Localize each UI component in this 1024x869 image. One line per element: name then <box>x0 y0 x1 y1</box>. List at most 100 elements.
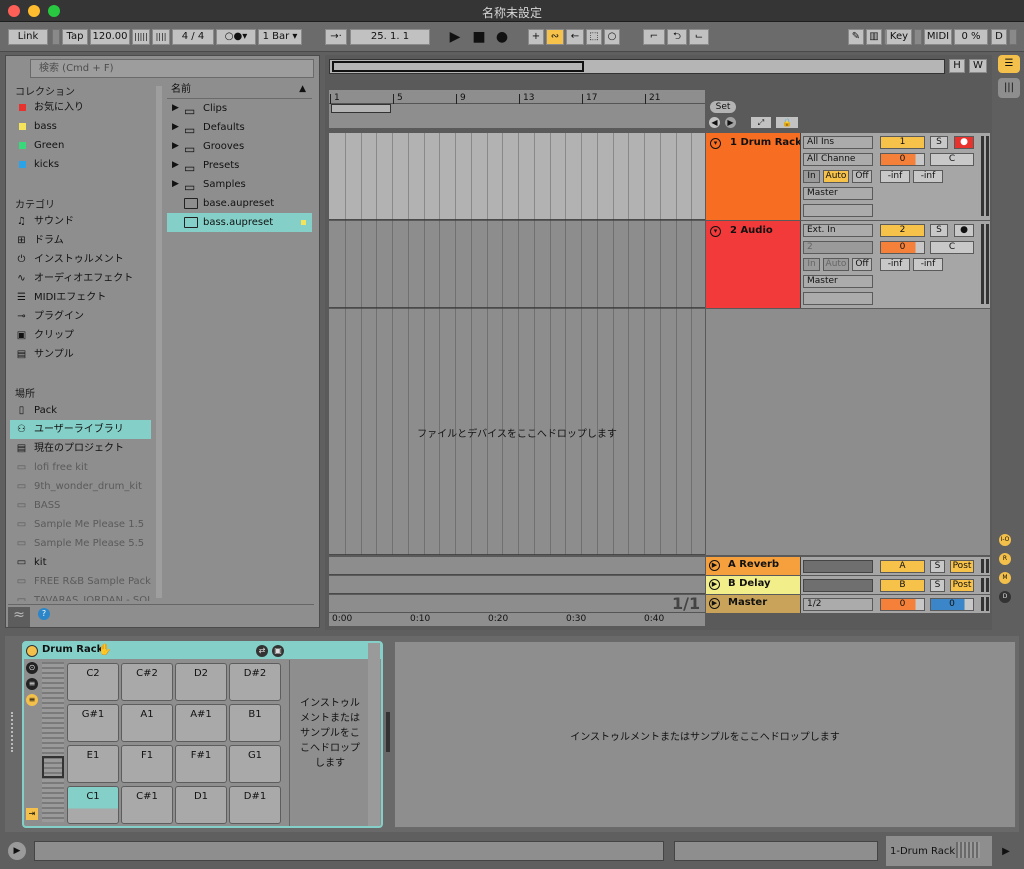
track-2-lane[interactable] <box>329 221 705 308</box>
punch-out-icon[interactable]: ⌙ <box>689 29 709 45</box>
master-volume-field[interactable]: 0 <box>880 598 925 611</box>
input-channel-select[interactable]: 2 <box>803 241 873 254</box>
name-column-header[interactable]: 名前 ▲ <box>167 80 312 99</box>
folder-item[interactable]: ▶ ▭ Defaults <box>167 118 312 137</box>
drum-pad[interactable]: C2 <box>67 663 119 701</box>
play-return-icon[interactable]: ▶ <box>709 579 720 590</box>
collection-item[interactable]: kicks <box>10 155 151 174</box>
solo-button[interactable]: S <box>930 579 945 592</box>
punch-in-icon[interactable]: ⌐ <box>643 29 665 45</box>
solo-button[interactable]: S <box>930 560 945 573</box>
loop-brace[interactable] <box>331 104 391 113</box>
monitor-auto-button[interactable]: Auto <box>823 258 849 271</box>
expand-arrow-icon[interactable]: ▶ <box>172 175 179 194</box>
quantize-menu[interactable]: 1 Bar ▾ <box>258 29 302 45</box>
input-type-select[interactable]: Ext. In <box>803 224 873 237</box>
overview-h-button[interactable]: H <box>949 59 965 73</box>
pad-overview-selector[interactable] <box>42 756 64 778</box>
preset-item[interactable]: base.aupreset <box>167 194 312 213</box>
overdub-button[interactable]: + <box>528 29 544 45</box>
folder-item[interactable]: ▶ ▭ Samples <box>167 175 312 194</box>
macro-toggle-icon[interactable]: ⊙ <box>26 662 38 674</box>
volume-field[interactable]: 0 <box>880 241 925 254</box>
view-m-button[interactable]: M <box>999 572 1011 584</box>
return-lane[interactable] <box>329 595 705 613</box>
drum-pad[interactable]: A#1 <box>175 704 227 742</box>
track-activator-button[interactable]: 1 <box>880 136 925 149</box>
drum-pad[interactable]: G1 <box>229 745 281 783</box>
return-header[interactable]: ▶ B Delay <box>706 576 800 594</box>
save-preset-icon[interactable]: ▣ <box>272 645 284 657</box>
overview-viewport[interactable] <box>332 61 584 72</box>
solo-button[interactable]: S <box>930 136 948 149</box>
next-locator-icon[interactable]: ▶ <box>725 117 736 128</box>
place-item[interactable]: ▭ lofi free kit <box>10 458 151 477</box>
folder-item[interactable]: ▶ ▭ Grooves <box>167 137 312 156</box>
folder-item[interactable]: ▶ ▭ Clips <box>167 99 312 118</box>
category-item[interactable]: ⊸ プラグイン <box>10 307 151 326</box>
volume-field[interactable]: 0 <box>880 153 925 166</box>
place-item[interactable]: ▭ Sample Me Please 5.5 <box>10 534 151 553</box>
fold-track-icon[interactable]: ▾ <box>710 226 721 237</box>
fold-track-icon[interactable]: ▾ <box>710 138 721 149</box>
selected-track-panel[interactable]: 1-Drum Rack <box>886 836 992 866</box>
expand-arrow-icon[interactable]: ▶ <box>172 118 179 137</box>
overview-w-button[interactable]: W <box>969 59 987 73</box>
category-item[interactable]: ∿ オーディオエフェクト <box>10 269 151 288</box>
capture-midi-icon[interactable]: ⬚ <box>586 29 602 45</box>
view-i-o-button[interactable]: I-O <box>999 534 1011 546</box>
solo-button[interactable]: S <box>930 224 948 237</box>
post-button[interactable]: Post <box>950 560 974 573</box>
tempo-nudge-down-icon[interactable]: ||||| <box>132 29 150 45</box>
drum-pad[interactable]: F#1 <box>175 745 227 783</box>
post-button[interactable]: Post <box>950 579 974 592</box>
hot-swap-icon[interactable]: ⇄ <box>256 645 268 657</box>
place-item[interactable]: ▯ Pack <box>10 401 151 420</box>
tempo-nudge-up-icon[interactable]: |||| <box>152 29 170 45</box>
category-item[interactable]: ♫ サウンド <box>10 212 151 231</box>
folder-item[interactable]: ▶ ▭ Presets <box>167 156 312 175</box>
reenable-automation-icon[interactable]: ← <box>566 29 584 45</box>
draw-mode-icon[interactable]: ✎ <box>848 29 864 45</box>
preset-item[interactable]: bass.aupreset <box>167 213 312 232</box>
time-signature-field[interactable]: 4 / 4 <box>172 29 214 45</box>
chain-list-icon[interactable]: ≡ <box>26 678 38 690</box>
arm-button[interactable]: ● <box>954 136 974 149</box>
follow-button[interactable]: →· <box>325 29 347 45</box>
view-r-button[interactable]: R <box>999 553 1011 565</box>
drum-pad[interactable]: D#2 <box>229 663 281 701</box>
return-lane[interactable] <box>329 576 705 594</box>
io-toggle-icon[interactable]: ⇥ <box>26 808 38 820</box>
chain-drop-zone[interactable]: インストゥルメントまたはサンプルをここへドロップします <box>289 660 367 826</box>
category-item[interactable]: ▤ サンプル <box>10 345 151 364</box>
monitor-in-button[interactable]: In <box>803 170 820 183</box>
monitor-auto-button[interactable]: Auto <box>823 170 849 183</box>
category-item[interactable]: ▣ クリップ <box>10 326 151 345</box>
set-button[interactable]: Set <box>710 101 736 113</box>
place-item[interactable]: ▭ 9th_wonder_drum_kit <box>10 477 151 496</box>
drum-rack-title-bar[interactable]: Drum Rack ✋ ⇄ ▣ <box>24 643 381 659</box>
automation-arm-icon[interactable]: ∾ <box>546 29 564 45</box>
expand-tracks-icon[interactable]: ⤢ <box>751 117 771 128</box>
keyboard-icon[interactable]: ▥ <box>866 29 882 45</box>
drum-pad[interactable]: D2 <box>175 663 227 701</box>
cue-output-select[interactable]: 1/2 <box>803 598 873 611</box>
category-item[interactable]: ☰ MIDIエフェクト <box>10 288 151 307</box>
preview-toggle-icon[interactable]: ? <box>38 608 50 620</box>
arrangement-view-icon[interactable]: ||| <box>998 78 1020 98</box>
input-type-select[interactable]: All Ins <box>803 136 873 149</box>
key-map-button[interactable]: Key <box>886 29 912 45</box>
place-item[interactable]: ▭ BASS <box>10 496 151 515</box>
output-select[interactable]: Master <box>803 275 873 288</box>
lock-icon[interactable]: 🔒 <box>776 117 798 128</box>
record-icon[interactable]: ● <box>493 28 511 46</box>
return-header[interactable]: ▶ A Reverb <box>706 557 800 575</box>
return-activator-button[interactable]: A <box>880 560 925 573</box>
song-position-field[interactable]: 25. 1. 1 <box>350 29 430 45</box>
preview-waveform-icon[interactable]: ≈ <box>8 607 30 627</box>
output-select[interactable]: Master <box>803 187 873 200</box>
collection-item[interactable]: お気に入り <box>10 98 151 117</box>
master-header[interactable]: ▶ Master <box>706 595 800 613</box>
instrument-drop-area[interactable]: インストゥルメントまたはサンプルをここへドロップします <box>394 641 1016 828</box>
pad-overview[interactable] <box>42 662 64 822</box>
